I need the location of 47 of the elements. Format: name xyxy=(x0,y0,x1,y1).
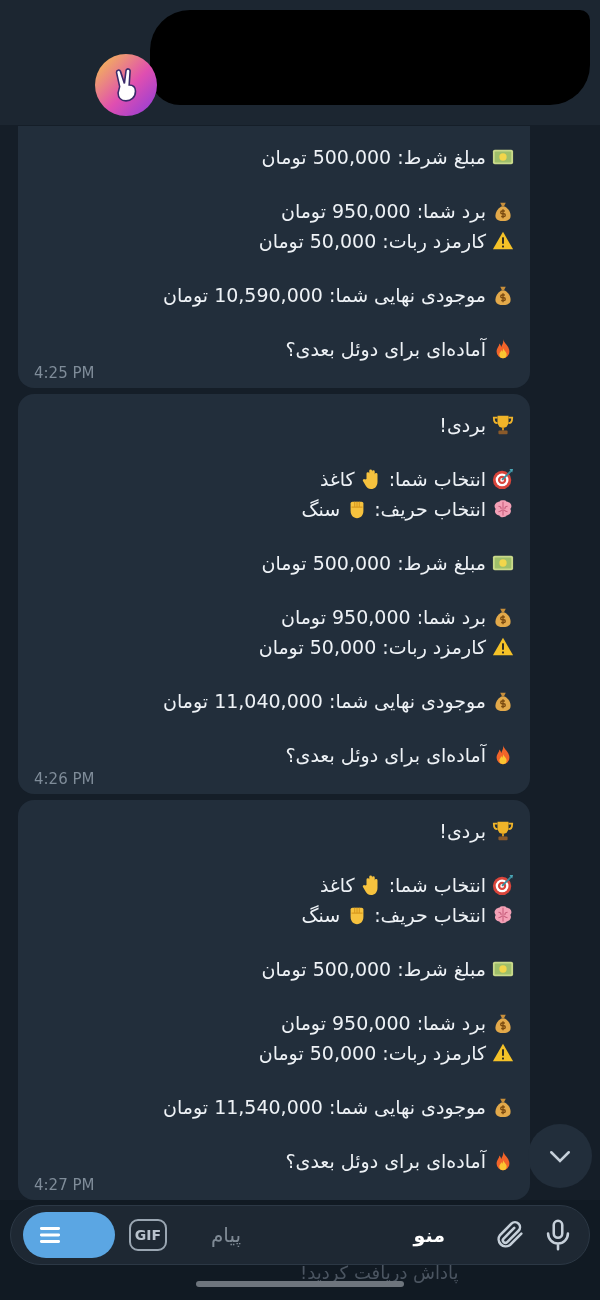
message-text: آماده‌ای برای دوئل بعدی؟ xyxy=(285,1150,486,1172)
warning-icon xyxy=(492,1042,514,1064)
message-text: موجودی نهایی شما: 11,540,000 تومان xyxy=(163,1096,486,1118)
trophy-icon xyxy=(492,820,514,842)
message-text: موجودی نهایی شما: 10,590,000 تومان xyxy=(163,284,486,306)
message-text: بردی! xyxy=(439,820,486,842)
message-time: 4:26 PM xyxy=(34,770,95,788)
message-text: انتخاب حریف: xyxy=(374,498,486,520)
message-text: آماده‌ای برای دوئل بعدی؟ xyxy=(285,338,486,360)
message-text: مبلغ شرط: 500,000 تومان xyxy=(261,552,486,574)
message-text: کاغذ xyxy=(319,468,355,490)
brain-icon xyxy=(492,498,514,520)
message-text: انتخاب شما: xyxy=(388,468,486,490)
money-bag-icon xyxy=(492,606,514,628)
money-bag-icon xyxy=(492,690,514,712)
menu-label: منو xyxy=(413,1224,445,1246)
message-text: کاغذ xyxy=(319,874,355,896)
message-text: مبلغ شرط: 500,000 تومان xyxy=(261,146,486,168)
message-text: مبلغ شرط: 500,000 تومان xyxy=(261,958,486,980)
warning-icon xyxy=(492,230,514,252)
money-bag-icon xyxy=(492,1096,514,1118)
message-text: کارمزد ربات: 50,000 تومان xyxy=(258,230,486,252)
message-text: برد شما: 950,000 تومان xyxy=(280,200,486,222)
message-text: کارمزد ربات: 50,000 تومان xyxy=(258,1042,486,1064)
target-icon xyxy=(492,468,514,490)
message-text: سنگ xyxy=(301,904,341,926)
message-input[interactable]: پیام xyxy=(181,1223,241,1247)
menu-button[interactable] xyxy=(23,1212,115,1258)
message-text: سنگ xyxy=(301,498,341,520)
message-text: انتخاب شما: xyxy=(388,874,486,896)
money-bag-icon xyxy=(492,284,514,306)
money-bag-icon xyxy=(492,1012,514,1034)
message-text: برد شما: 950,000 تومان xyxy=(280,606,486,628)
message-text: آماده‌ای برای دوئل بعدی؟ xyxy=(285,744,486,766)
target-icon xyxy=(492,874,514,896)
brain-icon xyxy=(492,904,514,926)
money-bag-icon xyxy=(492,200,514,222)
message-text: برد شما: 950,000 تومان xyxy=(280,1012,486,1034)
message-time: 4:25 PM xyxy=(34,364,95,382)
warning-icon xyxy=(492,636,514,658)
trophy-icon xyxy=(492,414,514,436)
message-text: کارمزد ربات: 50,000 تومان xyxy=(258,636,486,658)
message-time: 4:27 PM xyxy=(34,1176,95,1194)
message-text: بردی! xyxy=(439,414,486,436)
message-text: موجودی نهایی شما: 11,040,000 تومان xyxy=(163,690,486,712)
gif-button[interactable]: GIF xyxy=(129,1219,167,1251)
message-text: انتخاب حریف: xyxy=(374,904,486,926)
